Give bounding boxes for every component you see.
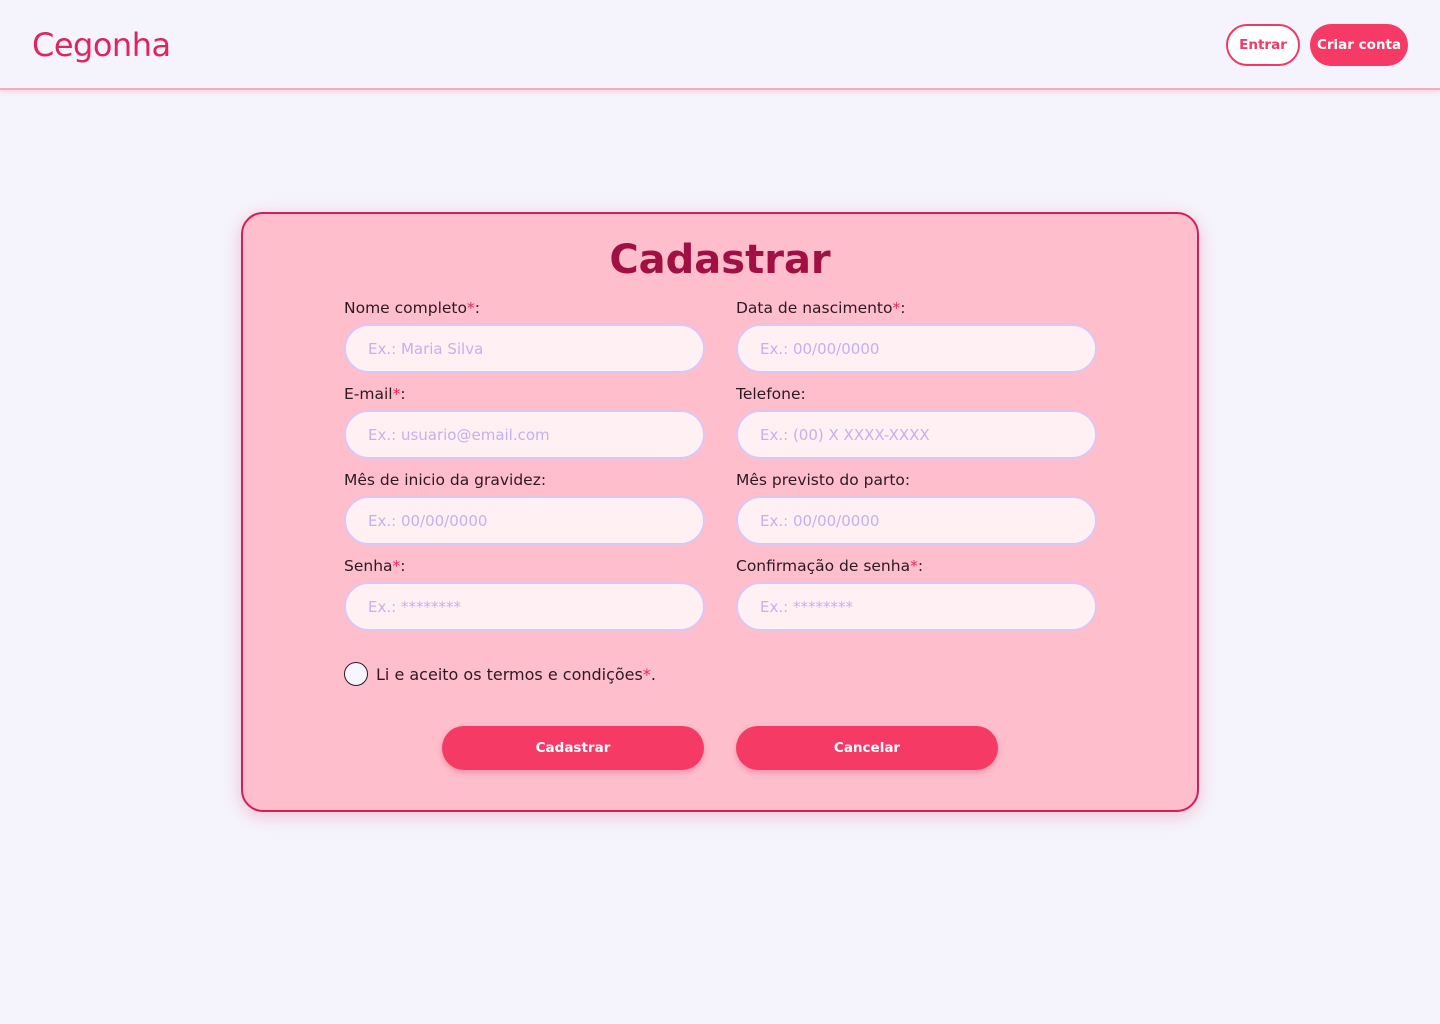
signup-form-card: Cadastrar Nome completo*: Data de nascim… bbox=[241, 212, 1199, 812]
full-name-label-text: Nome completo bbox=[344, 299, 467, 317]
brand-logo[interactable]: Cegonha bbox=[32, 24, 171, 66]
due-month-input[interactable] bbox=[736, 496, 1097, 545]
label-colon: : bbox=[400, 557, 406, 575]
email-input[interactable] bbox=[344, 410, 705, 459]
password-label-text: Senha bbox=[344, 557, 393, 575]
pregnancy-start-input[interactable] bbox=[344, 496, 705, 545]
email-label-text: E-mail bbox=[344, 385, 393, 403]
label-colon: : bbox=[917, 557, 924, 575]
required-marker: * bbox=[910, 557, 918, 575]
due-month-label: Mês previsto do parto: bbox=[736, 471, 911, 489]
full-name-label: Nome completo*: bbox=[344, 298, 480, 318]
label-colon: : bbox=[400, 385, 406, 403]
password-label: Senha*: bbox=[344, 556, 406, 576]
full-name-input[interactable] bbox=[344, 324, 705, 373]
cancel-button[interactable]: Cancelar bbox=[736, 726, 998, 770]
required-marker: * bbox=[467, 299, 475, 317]
password-confirm-label-text: Confirmação de senha bbox=[736, 557, 911, 575]
birth-date-input[interactable] bbox=[736, 324, 1097, 373]
password-input[interactable] bbox=[344, 582, 705, 631]
birth-date-label: Data de nascimento*: bbox=[736, 298, 905, 318]
phone-input[interactable] bbox=[736, 410, 1097, 459]
terms-label[interactable]: Li e aceito os termos e condições*. bbox=[376, 664, 656, 686]
label-colon: : bbox=[900, 299, 906, 317]
terms-label-text: Li e aceito os termos e condições bbox=[376, 665, 643, 684]
terms-checkbox[interactable] bbox=[344, 662, 368, 686]
submit-button[interactable]: Cadastrar bbox=[442, 726, 704, 770]
label-colon: : bbox=[474, 299, 480, 317]
email-label: E-mail*: bbox=[344, 384, 406, 404]
required-marker: * bbox=[642, 665, 651, 684]
terms-label-period: . bbox=[650, 665, 656, 684]
password-confirm-input[interactable] bbox=[736, 582, 1097, 631]
top-navbar: Cegonha Entrar Criar conta bbox=[0, 0, 1440, 90]
phone-label: Telefone: bbox=[736, 385, 806, 403]
password-confirm-label: Confirmação de senha*: bbox=[736, 556, 923, 576]
login-button[interactable]: Entrar bbox=[1226, 24, 1300, 66]
create-account-button[interactable]: Criar conta bbox=[1310, 24, 1408, 66]
pregnancy-start-label: Mês de inicio da gravidez: bbox=[344, 471, 547, 489]
birth-date-label-text: Data de nascimento bbox=[736, 299, 893, 317]
form-title: Cadastrar bbox=[609, 237, 831, 283]
